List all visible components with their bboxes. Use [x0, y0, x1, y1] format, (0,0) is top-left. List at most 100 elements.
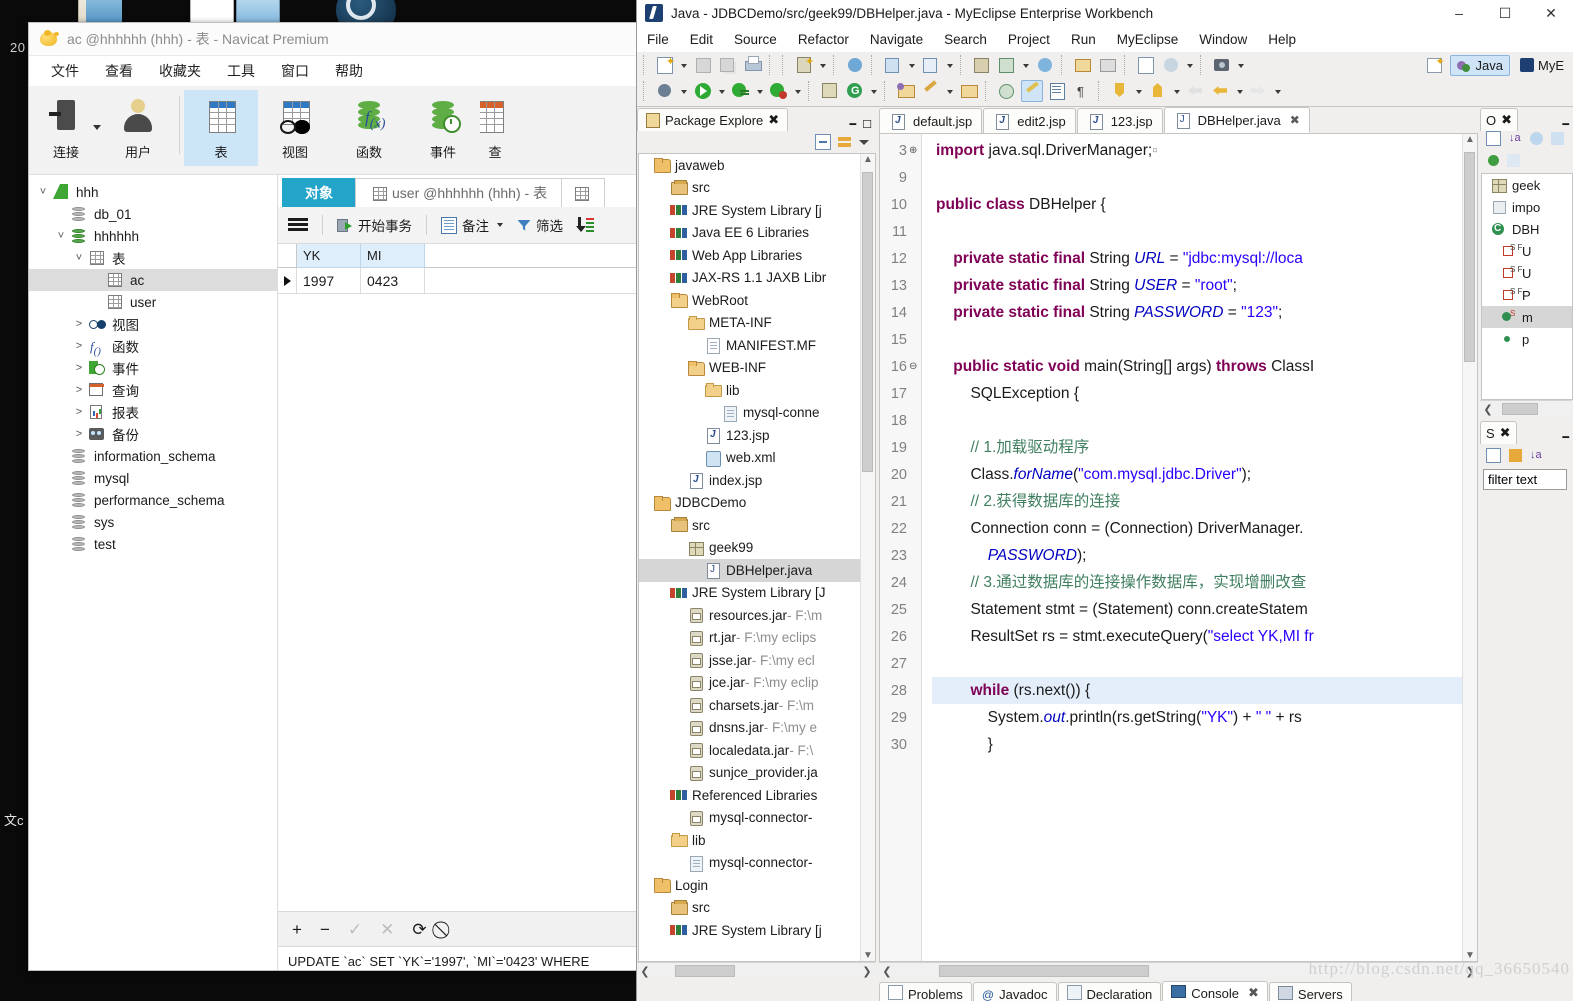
- add-record-button[interactable]: +: [292, 921, 302, 938]
- collapse-all-icon[interactable]: [815, 134, 831, 150]
- navicat-tree-item--[interactable]: ˃ 备份: [29, 423, 277, 445]
- package-explorer-tree[interactable]: javaweb src JRE System Library [j Java EE 6…: [638, 153, 876, 962]
- outline-view[interactable]: O ✖ ━ ↓a geek impo C DBH S FUS FUS FPSmp ❮: [1480, 107, 1573, 417]
- minimize-icon[interactable]: ━: [850, 118, 857, 131]
- close-icon[interactable]: ✕: [1528, 0, 1573, 26]
- menu-file[interactable]: File: [647, 32, 669, 47]
- toolbar-query-button[interactable]: 查: [480, 90, 510, 166]
- close-icon[interactable]: ✖: [1248, 985, 1259, 1001]
- package-tree-item-javaweb[interactable]: javaweb: [639, 154, 875, 177]
- print-icon[interactable]: [742, 54, 764, 76]
- package-tree-item-web.xml[interactable]: web.xml: [639, 447, 875, 470]
- chevron-down-icon[interactable]: [1134, 80, 1144, 102]
- run-icon[interactable]: [692, 80, 714, 102]
- menu-run[interactable]: Run: [1071, 32, 1096, 47]
- editor-source-code[interactable]: import java.sql.DriverManager;▫ public c…: [932, 134, 1477, 961]
- toolbar-grip[interactable]: [1098, 81, 1104, 101]
- outline-item-u[interactable]: S FU: [1482, 240, 1572, 262]
- snippets-view[interactable]: S ✖ ━ ↓a: [1480, 420, 1573, 530]
- previous-annotation-icon[interactable]: [1147, 80, 1169, 102]
- chevron-down-icon[interactable]: [907, 54, 917, 76]
- code-line[interactable]: Connection conn = (Connection) DriverMan…: [932, 515, 1477, 542]
- save-all-icon[interactable]: [717, 54, 739, 76]
- toolbar-view-button[interactable]: 视图: [258, 90, 332, 166]
- navicat-tab-ac-table[interactable]: [561, 178, 606, 207]
- code-line[interactable]: [932, 650, 1477, 677]
- myeclipse-window[interactable]: Java - JDBCDemo/src/geek99/DBHelper.java…: [636, 0, 1573, 1001]
- menu-project[interactable]: Project: [1008, 32, 1050, 47]
- new-wizard-icon[interactable]: ✦: [654, 54, 676, 76]
- link-with-editor-icon[interactable]: [838, 135, 852, 149]
- toolbar-grip[interactable]: [643, 81, 649, 101]
- package-tree-item-manifest.mf[interactable]: MANIFEST.MF: [639, 334, 875, 357]
- hide-local-icon[interactable]: [1507, 154, 1520, 167]
- new-java-package-icon[interactable]: ✦: [793, 54, 815, 76]
- package-tree-item-web-inf[interactable]: WEB-INF: [639, 357, 875, 380]
- new-package-icon[interactable]: [819, 80, 841, 102]
- package-tree-item-mysql-conne[interactable]: mysql-conne: [639, 402, 875, 425]
- chevron-down-icon[interactable]: [679, 80, 689, 102]
- console-tab-bar[interactable]: Problems @ Javadoc Declaration Console ✖ Serve…: [879, 981, 1573, 1001]
- sort-icon[interactable]: ↓a: [1530, 449, 1543, 462]
- console-view[interactable]: Problems @ Javadoc Declaration Console ✖ Serve…: [879, 981, 1573, 1001]
- code-line[interactable]: private static final String PASSWORD = "…: [932, 299, 1477, 326]
- forward-icon[interactable]: [1248, 80, 1270, 102]
- grid-col-header-mi[interactable]: MI: [361, 244, 425, 268]
- scroll-track[interactable]: [1496, 403, 1572, 415]
- scroll-left-arrow-icon[interactable]: ❮: [879, 965, 895, 978]
- desktop-icon-word-doc[interactable]: [190, 0, 234, 24]
- editor-tab-123-jsp[interactable]: 123.jsp: [1076, 108, 1163, 133]
- package-tree-item-charsets.jar[interactable]: charsets.jar - F:\m: [639, 694, 875, 717]
- scroll-track[interactable]: [653, 965, 859, 977]
- toolbar-grip[interactable]: [782, 55, 788, 75]
- toolbar-event-button[interactable]: 事件: [406, 90, 480, 166]
- navicat-tree-item-mysql[interactable]: mysql: [29, 467, 277, 489]
- toolbar-table-button[interactable]: 表: [184, 90, 258, 166]
- connection-dropdown-arrow-icon[interactable]: [93, 124, 101, 130]
- outline-tab[interactable]: O ✖: [1480, 108, 1519, 131]
- menu-window[interactable]: Window: [1199, 32, 1247, 47]
- report-icon[interactable]: [1135, 54, 1157, 76]
- package-tree-item-dbhelper.java[interactable]: DBHelper.java: [639, 559, 875, 582]
- refresh-button[interactable]: ⟳: [412, 921, 426, 938]
- navicat-tree-item--[interactable]: ˃ 查询: [29, 379, 277, 401]
- package-tree-item-sunjce_provider.ja[interactable]: sunjce_provider.ja: [639, 762, 875, 785]
- hide-fields-icon[interactable]: [1530, 132, 1543, 145]
- package-tree-item-resources.jar[interactable]: resources.jar - F:\m: [639, 604, 875, 627]
- snapshot-icon[interactable]: [1211, 54, 1233, 76]
- minimize-icon[interactable]: ━: [1562, 118, 1569, 131]
- navicat-tree-item--[interactable]: ˃ 事件: [29, 357, 277, 379]
- code-line[interactable]: import java.sql.DriverManager;▫: [932, 137, 1477, 164]
- back-icon[interactable]: [1210, 80, 1232, 102]
- chevron-down-icon[interactable]: [717, 80, 727, 102]
- navicat-tree-item-test[interactable]: test: [29, 533, 277, 555]
- perspective-switcher[interactable]: ✦ Java MyE: [1424, 54, 1570, 76]
- package-tree-item-jdbcdemo[interactable]: JDBCDemo: [639, 492, 875, 515]
- package-tree-item-web-app-libraries[interactable]: Web App Libraries: [639, 244, 875, 267]
- link-icon[interactable]: [1509, 448, 1522, 462]
- package-tree-item-mysql-connector-[interactable]: mysql-connector-: [639, 807, 875, 830]
- package-tree-item-webroot[interactable]: WebRoot: [639, 289, 875, 312]
- close-icon[interactable]: ✖: [768, 112, 779, 128]
- code-line[interactable]: ResultSet rs = stmt.executeQuery("select…: [932, 623, 1477, 650]
- chevron-right-icon[interactable]: ˃: [71, 428, 87, 440]
- outline-item-p[interactable]: S FP: [1482, 284, 1572, 306]
- close-icon[interactable]: ✖: [1290, 113, 1300, 127]
- code-line[interactable]: private static final String URL = "jdbc:…: [932, 245, 1477, 272]
- next-annotation-icon[interactable]: [1109, 80, 1131, 102]
- chevron-down-icon[interactable]: [497, 223, 503, 227]
- toolbar-grip[interactable]: [833, 55, 839, 75]
- right-view-stack[interactable]: O ✖ ━ ↓a geek impo C DBH S FUS FUS FPSmp ❮: [1480, 107, 1573, 979]
- navicat-tab-bar[interactable]: 对象 user @hhhhhh (hhh) - 表: [278, 175, 639, 207]
- begin-transaction-button[interactable]: 开始事务: [337, 215, 412, 235]
- navicat-menu-tools[interactable]: 工具: [227, 61, 255, 81]
- package-explorer-view[interactable]: Package Explore ✖ ━ ☐ javaweb src JRE Syst…: [637, 107, 877, 979]
- chevron-down-icon[interactable]: [869, 80, 879, 102]
- hide-nonpublic-icon[interactable]: [1488, 155, 1499, 166]
- toggle-mark-occurrences-icon[interactable]: [996, 80, 1018, 102]
- minimize-icon[interactable]: ━: [1562, 431, 1569, 444]
- navicat-menu-help[interactable]: 帮助: [335, 61, 363, 81]
- package-tree-item-jsse.jar[interactable]: jsse.jar - F:\my ecl: [639, 649, 875, 672]
- grid-cell-mi[interactable]: 0423: [361, 268, 425, 294]
- package-tree-item-java-ee-6-libraries[interactable]: Java EE 6 Libraries: [639, 222, 875, 245]
